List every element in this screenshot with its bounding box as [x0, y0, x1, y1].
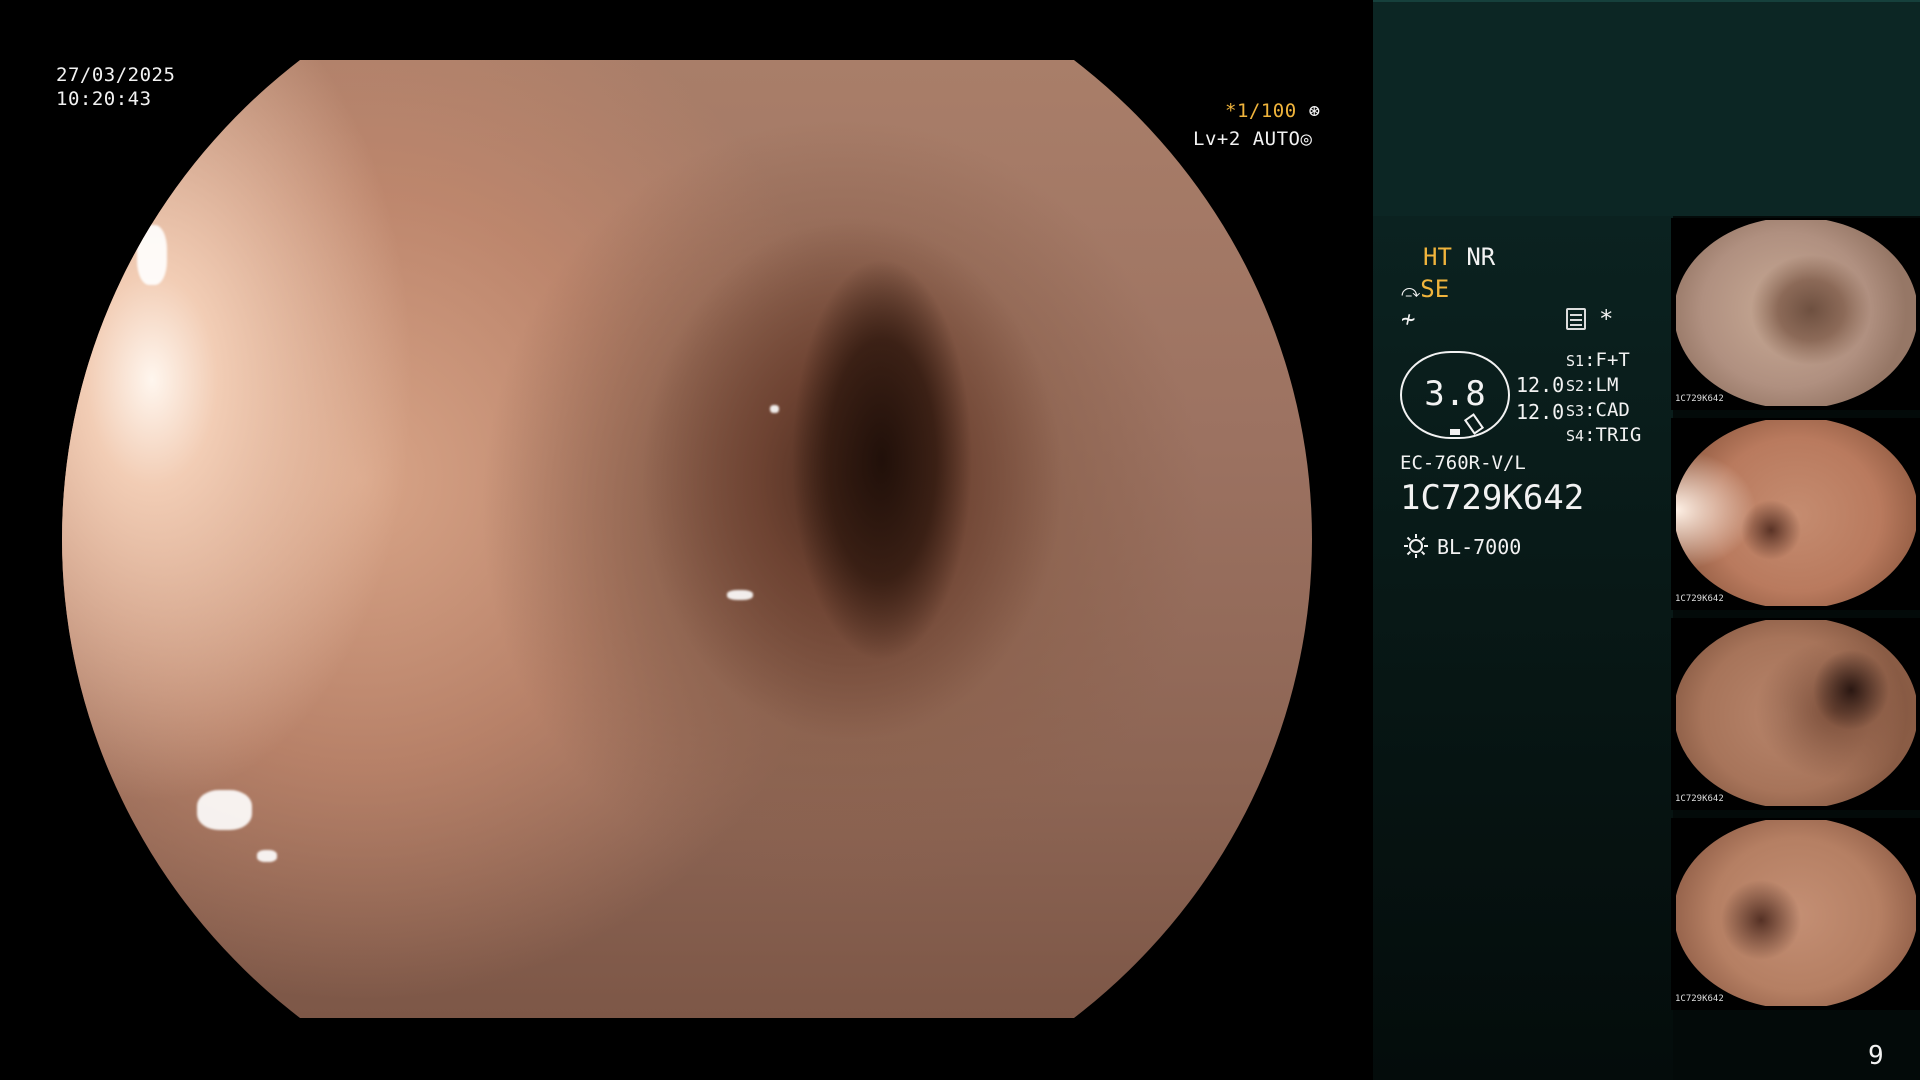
panel-header-area [1373, 0, 1920, 216]
thumbnail-image [1676, 220, 1916, 406]
date-time-readout: 27/03/2025 10:20:43 [56, 63, 175, 111]
switch-value: LM [1595, 374, 1619, 396]
sun-icon [1404, 534, 1428, 558]
switch-key: S4 [1566, 427, 1585, 445]
thumbnail-serial: 1C729K642 [1675, 594, 1724, 604]
exposure-readout: Lv+2 AUTO◎ [1193, 127, 1312, 151]
memory-icon [1566, 308, 1586, 330]
switch-value: CAD [1595, 399, 1630, 421]
captured-thumbnail[interactable]: 1C729K642 [1671, 818, 1920, 1010]
date-label: 27/03/2025 [56, 64, 176, 86]
light-reflection [770, 405, 779, 413]
switch-value: F+T [1595, 349, 1630, 371]
light-source: BL-7000 [1437, 535, 1522, 559]
aperture-icon: ⊛ [1308, 100, 1321, 122]
se-label: SE [1420, 275, 1450, 303]
asterisk-marker: * [1599, 305, 1614, 333]
exposure-level: Lv+2 [1193, 128, 1241, 150]
light-reflection [257, 850, 277, 862]
thumbnail-image [1676, 620, 1916, 806]
switch-key: S1 [1566, 352, 1585, 370]
switch-key: S3 [1566, 402, 1585, 420]
pencil-icon [1463, 413, 1485, 435]
switch-row-s4: S4:TRIG [1566, 424, 1642, 446]
se-row: ⤼SE [1401, 275, 1449, 306]
time-label: 10:20:43 [56, 88, 152, 110]
filter-row: ≁ [1401, 305, 1415, 333]
shutter-readout: *1/100 ⊛ [1225, 99, 1321, 123]
shutter-speed: *1/100 [1225, 100, 1297, 122]
light-reflection [197, 790, 252, 830]
curve-icon: ⤼ [1401, 281, 1421, 302]
nr-label: NR [1466, 243, 1496, 271]
light-reflection [137, 225, 167, 285]
switch-row-s2: S2:LM [1566, 374, 1619, 396]
thumbnail-image [1676, 820, 1916, 1006]
captured-thumbnail[interactable]: 1C729K642 [1671, 218, 1920, 410]
switch-row-s1: S1:F+T [1566, 349, 1630, 371]
switch-value: TRIG [1595, 424, 1642, 446]
scope-serial: 1C729K642 [1400, 478, 1585, 518]
captured-thumbnail[interactable]: 1C729K642 [1671, 618, 1920, 810]
scope-model: EC-760R-V/L [1400, 452, 1526, 474]
panel-status-area [1373, 216, 1673, 1080]
value-b: 12.0 [1516, 400, 1565, 424]
switch-row-s3: S3:CAD [1566, 399, 1630, 421]
ht-label: HT [1423, 243, 1452, 271]
page-number: 9 [1868, 1041, 1884, 1071]
light-reflection [727, 590, 753, 600]
exposure-mode: AUTO [1252, 128, 1301, 150]
gauge-mark [1450, 429, 1460, 435]
thumbnail-serial: 1C729K642 [1675, 994, 1724, 1004]
thumbnail-serial: 1C729K642 [1675, 794, 1724, 804]
captured-thumbnail[interactable]: 1C729K642 [1671, 418, 1920, 610]
gauge-indicator: 3.8 [1400, 351, 1510, 439]
iris-icon: ◎ [1300, 128, 1313, 150]
filter-icon: ≁ [1401, 305, 1416, 333]
ht-nr-row: HT NR [1423, 243, 1495, 271]
endoscope-main-view: 27/03/2025 10:20:43 *1/100 ⊛ Lv+2 AUTO◎ [0, 0, 1373, 1080]
value-a: 12.0 [1516, 373, 1565, 397]
endoscope-image [62, 60, 1312, 1018]
thumbnail-image [1676, 420, 1916, 606]
switch-key: S2 [1566, 377, 1585, 395]
gauge-value: 3.8 [1424, 374, 1486, 414]
captured-images-strip: 1C729K642 1C729K642 1C729K642 1C729K642 [1671, 216, 1920, 1016]
thumbnail-serial: 1C729K642 [1675, 394, 1724, 404]
